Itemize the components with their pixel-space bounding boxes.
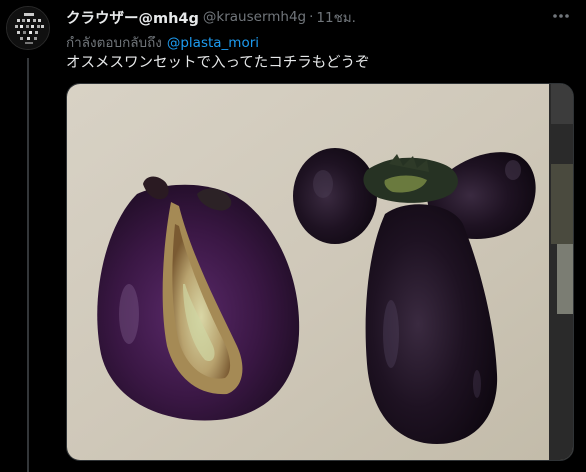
avatar-image — [7, 7, 49, 49]
thread-connector-line — [27, 58, 29, 472]
tweet-body-text: オスメスワンセットで入ってたコチラもどうぞ — [66, 55, 370, 71]
replying-to-label: กำลังตอบกลับถึง — [66, 35, 162, 51]
more-horizontal-icon — [553, 14, 569, 18]
tweet-media-photo[interactable] — [66, 83, 574, 461]
reply-mention-link[interactable]: @plasta_mori — [167, 35, 259, 51]
more-options-button[interactable] — [548, 5, 574, 27]
author-handle[interactable]: @krausermh4g — [203, 9, 306, 25]
tweet-timestamp[interactable]: 11ชม. — [316, 6, 356, 28]
avatar[interactable] — [6, 6, 50, 50]
eggplant-photo — [67, 84, 573, 460]
author-display-name[interactable]: クラウザー@mh4g — [66, 7, 199, 28]
tweet-header: クラウザー@mh4g @krausermh4g · 11ชม. — [66, 6, 356, 28]
replying-to-line: กำลังตอบกลับถึง @plasta_mori — [66, 31, 259, 53]
header-separator: · — [309, 9, 314, 25]
